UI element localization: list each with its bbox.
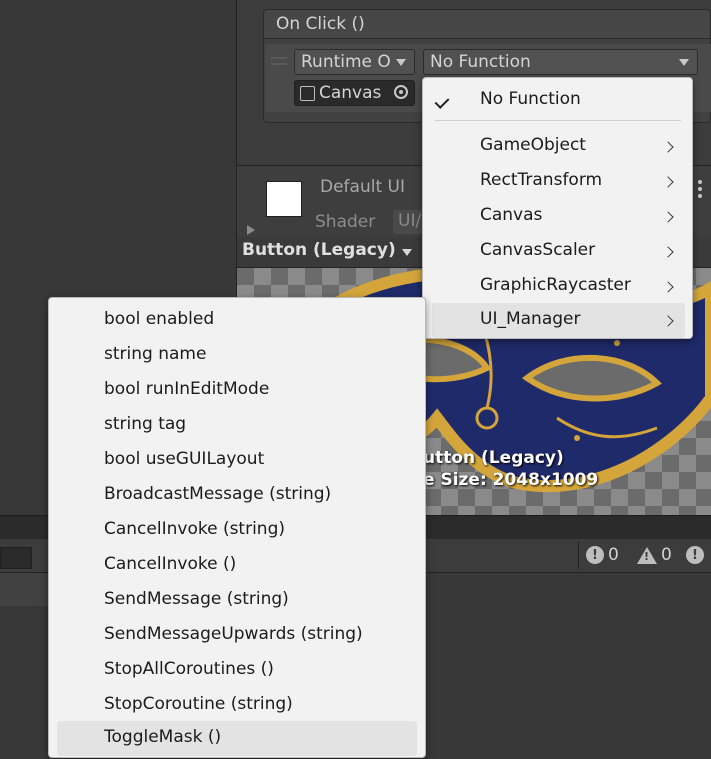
component-menu: No Function GameObject RectTransform Can… xyxy=(422,77,693,339)
checkmark-icon xyxy=(434,94,450,109)
target-object-label: Canvas xyxy=(319,83,382,103)
menu-item-label: RectTransform xyxy=(480,170,603,190)
method-item-label: CancelInvoke (string) xyxy=(104,519,286,539)
method-item-label: CancelInvoke () xyxy=(104,554,237,574)
method-menu: bool enabled string name bool runInEditM… xyxy=(48,297,426,758)
method-item[interactable]: CancelInvoke (string) xyxy=(49,513,425,548)
error-icon: ! xyxy=(586,546,604,564)
function-dropdown[interactable]: No Function xyxy=(423,49,698,75)
method-item[interactable]: SendMessage (string) xyxy=(49,583,425,618)
method-item[interactable]: bool useGUILayout xyxy=(49,443,425,478)
method-item-label: SendMessageUpwards (string) xyxy=(104,624,363,644)
foldout-arrow-icon[interactable] xyxy=(247,225,255,235)
method-item[interactable]: SendMessageUpwards (string) xyxy=(49,618,425,653)
menu-item-label: No Function xyxy=(480,89,581,109)
menu-item-label: CanvasScaler xyxy=(480,240,596,260)
menu-item-graphicraycaster[interactable]: GraphicRaycaster xyxy=(423,269,692,304)
chevron-right-icon xyxy=(662,315,674,327)
menu-item-label: UI_Manager xyxy=(480,309,581,329)
method-item-togglemask[interactable]: ToggleMask () xyxy=(57,721,417,756)
menu-item-label: GraphicRaycaster xyxy=(480,275,631,295)
menu-item-canvasscaler[interactable]: CanvasScaler xyxy=(423,234,692,269)
chevron-right-icon xyxy=(662,246,674,258)
error-count: 0 xyxy=(608,545,619,565)
menu-item-recttransform[interactable]: RectTransform xyxy=(423,164,692,199)
warning-count: 0 xyxy=(661,545,672,565)
method-item-label: BroadcastMessage (string) xyxy=(104,484,332,504)
method-item-label: string name xyxy=(104,344,207,364)
method-item-label: string tag xyxy=(104,414,187,434)
preview-caption-size: e Size: 2048x1009 xyxy=(423,470,599,490)
info-count-toggle[interactable]: ! xyxy=(686,541,708,569)
menu-item-gameobject[interactable]: GameObject xyxy=(423,129,692,164)
runtime-mode-dropdown[interactable]: Runtime O xyxy=(294,49,415,75)
method-item-label: bool runInEditMode xyxy=(104,379,270,399)
toolbar-divider xyxy=(578,541,579,569)
chevron-right-icon xyxy=(662,281,674,293)
method-item-label: ToggleMask () xyxy=(104,727,222,747)
onclick-event-title: On Click () xyxy=(276,14,365,34)
preview-object-dropdown[interactable]: Button (Legacy) xyxy=(242,240,396,260)
chevron-right-icon xyxy=(662,211,674,223)
object-picker-icon[interactable] xyxy=(394,85,408,99)
shader-value: UI/ xyxy=(398,211,422,231)
method-item[interactable]: string name xyxy=(49,338,425,373)
menu-item-no-function[interactable]: No Function xyxy=(423,83,692,118)
material-name: Default UI xyxy=(320,177,405,197)
menu-item-ui-manager[interactable]: UI_Manager xyxy=(432,303,685,338)
method-item[interactable]: CancelInvoke () xyxy=(49,548,425,583)
method-item-label: bool useGUILayout xyxy=(104,449,265,469)
info-icon: ! xyxy=(686,546,704,564)
chevron-right-icon xyxy=(662,141,674,153)
method-item-label: StopAllCoroutines () xyxy=(104,659,274,679)
warning-count-toggle[interactable]: ! 0 xyxy=(637,541,672,569)
drag-handle-icon[interactable] xyxy=(271,57,287,65)
chevron-down-icon xyxy=(679,59,689,66)
target-object-field[interactable]: Canvas xyxy=(294,80,415,106)
onclick-event-header: On Click () xyxy=(263,9,711,39)
method-item-label: bool enabled xyxy=(104,309,215,329)
console-search-input[interactable] xyxy=(0,547,32,569)
menu-item-label: Canvas xyxy=(480,205,543,225)
shader-label: Shader xyxy=(315,212,376,232)
chevron-down-icon xyxy=(402,249,412,256)
material-swatch xyxy=(266,181,302,217)
preview-caption-name: utton (Legacy) xyxy=(423,448,564,468)
method-item[interactable]: BroadcastMessage (string) xyxy=(49,478,425,513)
menu-item-canvas[interactable]: Canvas xyxy=(423,199,692,234)
chevron-right-icon xyxy=(662,176,674,188)
method-item[interactable]: StopCoroutine (string) xyxy=(49,688,425,723)
menu-item-label: GameObject xyxy=(480,135,586,155)
menu-separator xyxy=(435,120,681,121)
method-item[interactable]: bool enabled xyxy=(49,303,425,338)
method-item-label: StopCoroutine (string) xyxy=(104,694,293,714)
more-options-icon[interactable] xyxy=(698,180,702,200)
runtime-mode-label: Runtime O xyxy=(301,52,391,72)
chevron-down-icon xyxy=(396,59,406,66)
warning-icon: ! xyxy=(637,546,657,564)
console-log-row[interactable] xyxy=(0,573,48,606)
method-item[interactable]: bool runInEditMode xyxy=(49,373,425,408)
gameobject-cube-icon xyxy=(300,86,315,101)
error-count-toggle[interactable]: ! 0 xyxy=(586,541,619,569)
method-item[interactable]: string tag xyxy=(49,408,425,443)
method-item-label: SendMessage (string) xyxy=(104,589,289,609)
method-item[interactable]: StopAllCoroutines () xyxy=(49,653,425,688)
function-dropdown-label: No Function xyxy=(430,52,531,72)
